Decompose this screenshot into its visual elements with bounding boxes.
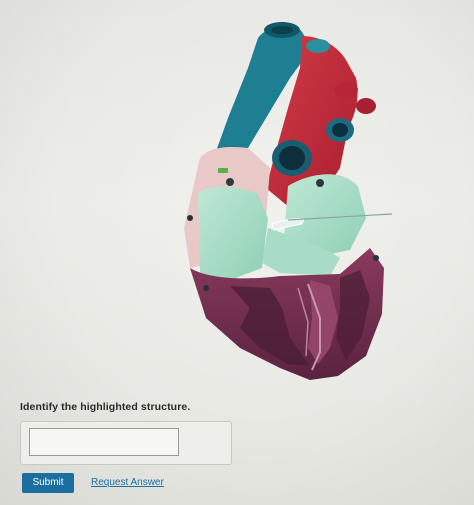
question-prompt: Identify the highlighted structure. [20,401,191,413]
submit-button[interactable]: Submit [22,473,74,493]
request-answer-link[interactable]: Request Answer [91,477,164,488]
right-atrium-chamber [198,186,268,280]
answer-box [20,421,232,465]
aortic-branch [306,39,330,53]
heart-model-image [170,18,410,380]
answer-input[interactable] [29,428,179,456]
